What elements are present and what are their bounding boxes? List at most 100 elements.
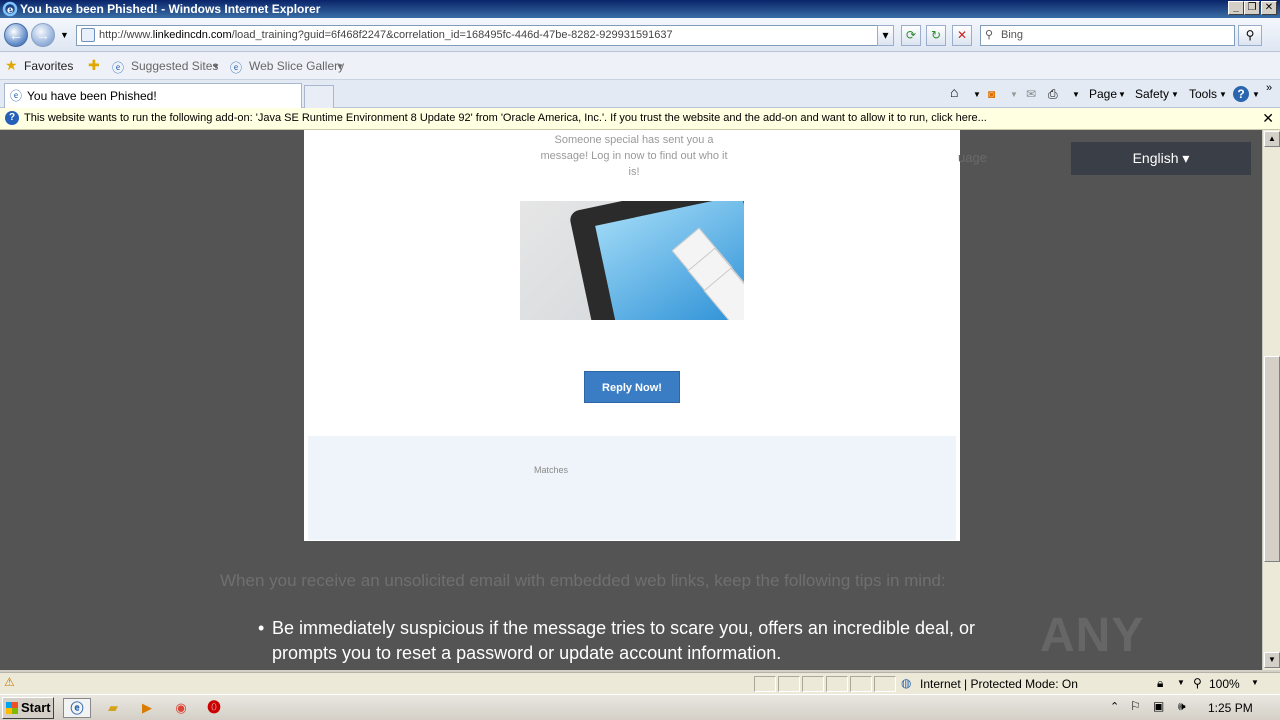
page-dropdown-icon[interactable]: ▼ — [1118, 90, 1126, 99]
help-dropdown-icon[interactable]: ▼ — [1252, 90, 1260, 99]
url-path: /load_training?guid=6f468f2247&correlati… — [231, 29, 673, 41]
svg-text:e: e — [7, 5, 13, 16]
web-slice-dropdown-icon[interactable]: ▼ — [336, 62, 344, 71]
search-go-button[interactable]: ⚲ — [1238, 25, 1262, 46]
stop-icon[interactable]: ✕ — [952, 25, 972, 46]
scroll-thumb[interactable] — [1264, 356, 1280, 562]
lead-text: Someone special has sent you a message! … — [540, 134, 728, 178]
url-prefix: http://www. — [99, 29, 153, 41]
tray-flag-icon[interactable]: ⚐ — [1130, 699, 1141, 713]
security-zone-text[interactable]: Internet | Protected Mode: On — [920, 677, 1078, 691]
print-icon[interactable]: ⎙ — [1048, 87, 1058, 102]
protected-mode-lock-icon[interactable]: 🔒︎ — [1157, 676, 1163, 691]
add-favorites-icon[interactable]: ✚ — [88, 57, 100, 74]
matches-panel: Matches — [308, 436, 956, 540]
tray-expand-icon[interactable]: ⌃ — [1110, 700, 1119, 713]
email-card: Someone special has sent you a message! … — [304, 130, 960, 541]
web-slice-gallery-link[interactable]: Web Slice Gallery — [249, 59, 344, 73]
tab-label: You have been Phished! — [27, 89, 157, 103]
ie-logo-icon: e — [2, 1, 18, 17]
tray-volume-icon[interactable]: 🕪︎ — [1178, 699, 1186, 714]
url-host: linkedincdn.com — [152, 29, 232, 41]
phone-envelopes-image — [520, 201, 744, 320]
internet-globe-icon: ◍ — [901, 676, 912, 690]
safety-menu[interactable]: Safety — [1135, 87, 1169, 101]
vertical-scrollbar[interactable]: ▲ ▼ — [1262, 130, 1280, 670]
help-icon[interactable]: ? — [1233, 86, 1249, 102]
taskbar-opera-icon[interactable]: ⓿ — [200, 698, 228, 718]
windows-logo-icon — [6, 702, 18, 714]
zoom-level[interactable]: 100% — [1209, 677, 1240, 691]
new-tab-button[interactable] — [304, 85, 334, 108]
web-slice-icon: ⓔ — [230, 61, 243, 75]
tip-bullet: • Be immediately suspicious if the messa… — [258, 616, 978, 666]
more-commands-icon[interactable]: » — [1266, 82, 1272, 94]
feeds-icon[interactable]: ◙ — [988, 87, 995, 101]
favorites-button[interactable]: Favorites — [24, 59, 73, 73]
favorites-star-icon: ★ — [5, 57, 18, 73]
bullet-dot: • — [258, 618, 265, 638]
back-button[interactable]: ← — [4, 23, 28, 47]
favorites-bar: ★ Favorites ✚ ⓔ Suggested Sites ▼ ⓔ Web … — [0, 52, 1280, 80]
addon-infobar[interactable]: ? This website wants to run the followin… — [0, 108, 1280, 130]
start-label: Start — [21, 700, 51, 715]
window-titlebar: e You have been Phished! - Windows Inter… — [0, 0, 1280, 18]
infobar-message: This website wants to run the following … — [24, 112, 987, 124]
tab-ie-icon: ⓔ — [10, 89, 23, 103]
infobar-close-icon[interactable]: ✕ — [1262, 108, 1274, 129]
minimize-button[interactable]: _ — [1228, 1, 1244, 15]
home-icon[interactable]: ⌂ — [950, 84, 958, 100]
safety-dropdown-icon[interactable]: ▼ — [1171, 90, 1179, 99]
reply-now-button[interactable]: Reply Now! — [584, 371, 680, 403]
search-placeholder: Bing — [1001, 29, 1024, 41]
suggested-sites-dropdown-icon[interactable]: ▼ — [212, 62, 220, 71]
page-content: Someone special has sent you a message! … — [0, 130, 1262, 670]
taskbar: Start ⓔ ▰ ▶ ◉ ⓿ ⌃ ⚐ ▣ 🕪︎ 1:25 PM — [0, 694, 1280, 720]
tray-network-icon[interactable]: ▣ — [1153, 699, 1164, 713]
protected-dropdown-icon[interactable]: ▼ — [1177, 678, 1185, 687]
read-mail-icon[interactable]: ✉ — [1026, 87, 1036, 101]
scroll-down-icon[interactable]: ▼ — [1264, 652, 1280, 668]
tools-dropdown-icon[interactable]: ▼ — [1219, 90, 1227, 99]
anyrun-watermark: ANY RUN — [1040, 609, 1146, 670]
taskbar-chrome-icon[interactable]: ◉ — [167, 698, 195, 718]
taskbar-clock[interactable]: 1:25 PM — [1208, 701, 1253, 715]
tools-menu[interactable]: Tools — [1189, 87, 1217, 101]
info-shield-icon: ? — [5, 111, 19, 125]
tip-heading: When you receive an unsolicited email wi… — [220, 571, 946, 590]
print-dropdown-icon[interactable]: ▼ — [1072, 90, 1080, 99]
restore-button[interactable]: ❐ — [1244, 1, 1260, 15]
home-dropdown-icon[interactable]: ▼ — [973, 90, 981, 99]
address-row: ← → ▼ http://www.linkedincdn.com/load_tr… — [0, 18, 1280, 52]
url-field[interactable]: http://www.linkedincdn.com/load_training… — [76, 25, 894, 46]
suggested-sites-icon: ⓔ — [112, 61, 125, 75]
tab-active[interactable]: ⓔ You have been Phished! — [4, 83, 302, 108]
feeds-dropdown-icon[interactable]: ▼ — [1010, 90, 1018, 99]
language-label: uage — [958, 150, 987, 165]
taskbar-media-player-icon[interactable]: ▶ — [133, 698, 161, 718]
window-title: You have been Phished! - Windows Interne… — [20, 2, 321, 16]
url-dropdown-icon[interactable]: ▾ — [877, 25, 894, 46]
status-bar: ⚠ ◍ Internet | Protected Mode: On 🔒︎ ▼ ⚲… — [0, 672, 1280, 694]
suggested-sites-link[interactable]: Suggested Sites — [131, 59, 218, 73]
history-dropdown-icon[interactable]: ▼ — [60, 30, 69, 40]
taskbar-explorer-icon[interactable]: ▰ — [99, 698, 127, 718]
page-icon — [81, 28, 95, 42]
page-menu[interactable]: Page — [1089, 87, 1117, 101]
start-button[interactable]: Start — [2, 697, 54, 719]
search-input[interactable]: ⚲ Bing — [980, 25, 1235, 46]
refresh-icon[interactable]: ↻ — [926, 25, 946, 46]
status-warning-icon: ⚠ — [4, 675, 15, 689]
forward-button[interactable]: → — [31, 23, 55, 47]
tab-row: ⓔ You have been Phished! ⌂ ▼ ◙ ▼ ✉ ⎙ ▼ P… — [0, 80, 1280, 108]
taskbar-ie-icon[interactable]: ⓔ — [63, 698, 91, 718]
language-select-button[interactable]: English ▾ — [1071, 142, 1251, 175]
compat-view-icon[interactable]: ⟳ — [901, 25, 921, 46]
tip-bullet-text: Be immediately suspicious if the message… — [272, 618, 976, 663]
matches-label: Matches — [534, 465, 569, 475]
zoom-icon[interactable]: ⚲ — [1193, 676, 1202, 690]
zoom-dropdown-icon[interactable]: ▼ — [1251, 678, 1259, 687]
close-window-button[interactable]: ✕ — [1261, 1, 1277, 15]
search-icon: ⚲ — [985, 29, 994, 41]
scroll-up-icon[interactable]: ▲ — [1264, 131, 1280, 147]
